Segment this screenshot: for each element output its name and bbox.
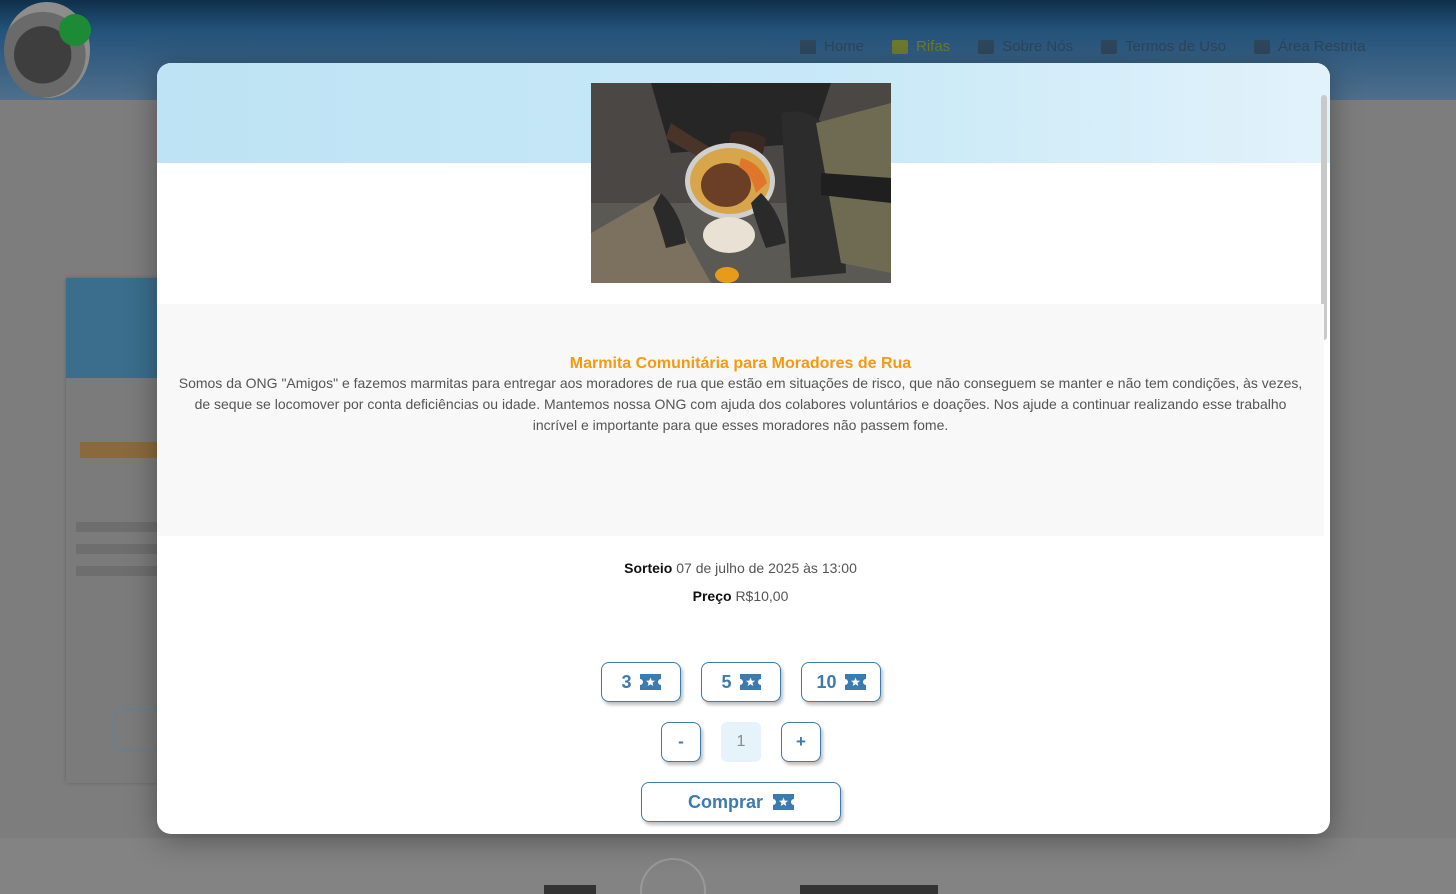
pack-3-button[interactable]: 3 — [601, 662, 681, 702]
description-section: Marmita Comunitária para Moradores de Ru… — [157, 304, 1324, 536]
pack-3-label: 3 — [621, 671, 632, 692]
background-nav: Home Rifas Sobre Nós Termos de Uso Área … — [800, 38, 1366, 55]
nav-item-home: Home — [800, 38, 864, 55]
pack-5-button[interactable]: 5 — [701, 662, 781, 702]
price-value: R$10,00 — [735, 588, 789, 604]
ticket-star-icon — [773, 794, 794, 810]
pack-5-label: 5 — [721, 671, 732, 692]
site-logo — [4, 2, 91, 98]
lock-icon — [1253, 39, 1270, 54]
ticket-star-icon — [739, 674, 761, 690]
logo-mark — [59, 14, 91, 46]
raffle-title: Marmita Comunitária para Moradores de Ru… — [569, 355, 912, 372]
card-title-placeholder — [80, 442, 160, 458]
decrement-button[interactable]: - — [661, 722, 701, 762]
quantity-value[interactable]: 1 — [721, 722, 761, 762]
footer-text-placeholder — [544, 885, 596, 894]
pack-10-button[interactable]: 10 — [801, 662, 881, 702]
home-icon — [800, 39, 816, 54]
nav-item-sobre: Sobre Nós — [978, 38, 1073, 55]
raffle-detail-modal: Marmita Comunitária para Moradores de Ru… — [157, 63, 1330, 834]
info-icon — [978, 39, 995, 54]
ticket-icon — [892, 39, 909, 54]
nav-item-restrita: Área Restrita — [1253, 38, 1366, 55]
price-row: Preço R$10,00 — [157, 588, 1324, 604]
draw-date-label: Sorteio — [624, 560, 673, 576]
raffle-description: Somos da ONG "Amigos" e fazemos marmitas… — [178, 375, 1303, 433]
nav-item-rifas: Rifas — [892, 38, 950, 55]
draw-date-value: 07 de julho de 2025 às 13:00 — [676, 560, 857, 576]
price-label: Preço — [692, 588, 732, 604]
buy-button-label: Comprar — [687, 791, 763, 812]
buy-button[interactable]: Comprar — [641, 782, 841, 822]
footer-text-placeholder — [800, 885, 938, 894]
nav-item-termos: Termos de Uso — [1101, 38, 1226, 55]
background-footer — [0, 838, 1456, 894]
ticket-star-icon — [639, 674, 661, 690]
increment-button[interactable]: + — [781, 722, 821, 762]
raffle-photo — [591, 83, 891, 283]
document-icon — [1101, 39, 1118, 54]
draw-date-row: Sorteio 07 de julho de 2025 às 13:00 — [157, 560, 1324, 576]
ticket-star-icon — [844, 674, 866, 690]
pack-10-label: 10 — [816, 671, 837, 692]
